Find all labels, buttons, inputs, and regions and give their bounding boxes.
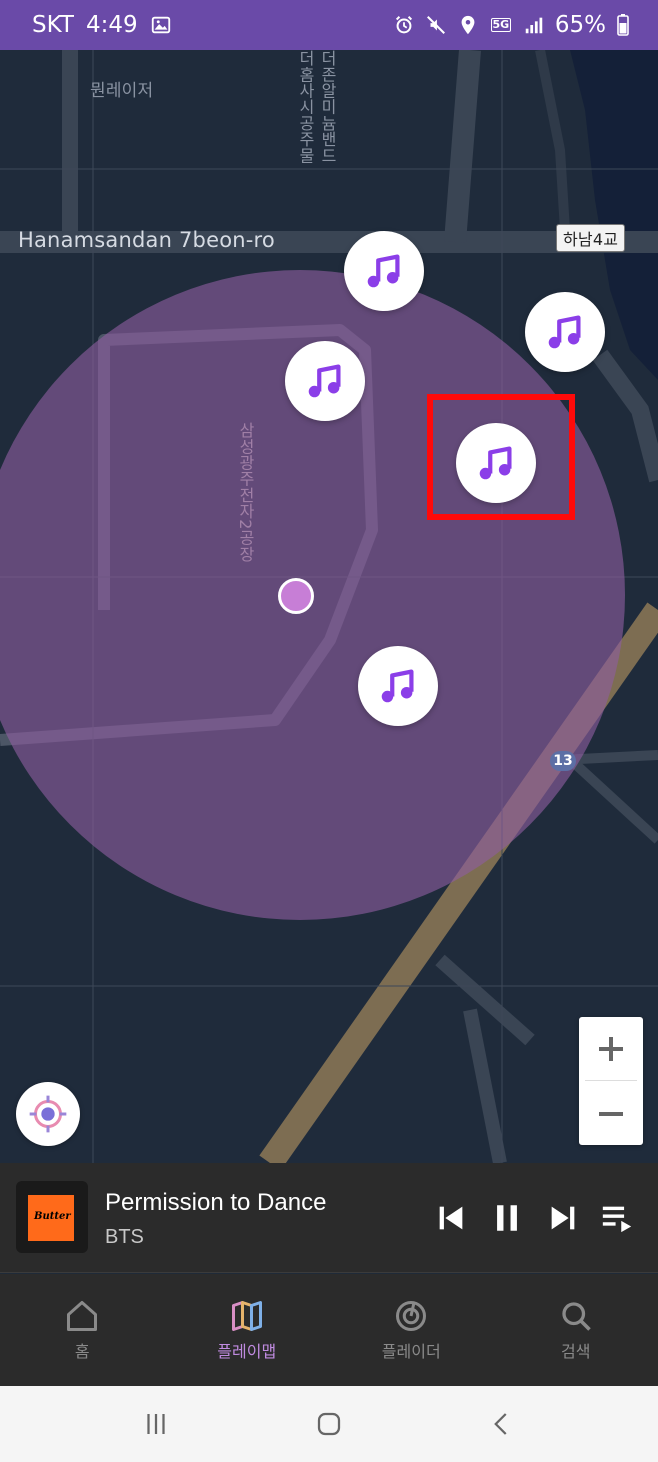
back-button[interactable] <box>482 1404 522 1444</box>
playlist-button[interactable] <box>598 1199 636 1237</box>
location-icon <box>457 14 479 36</box>
place-vertical-label-2: 더존알미늄밴드 <box>318 50 337 164</box>
skip-previous-icon <box>439 1206 463 1230</box>
zoom-control <box>579 1017 643 1145</box>
place-label: 뭔레이저 <box>90 81 154 101</box>
selection-highlight <box>427 394 575 520</box>
nav-item-search[interactable]: 검색 <box>494 1274 658 1386</box>
previous-button[interactable] <box>432 1199 470 1237</box>
home-square-icon <box>317 1412 341 1436</box>
skip-next-icon <box>551 1206 575 1230</box>
signal-icon <box>523 14 545 36</box>
music-note-icon <box>308 364 341 398</box>
music-marker[interactable] <box>358 646 438 726</box>
track-title[interactable]: Permission to Dance <box>105 1189 326 1217</box>
nav-item-home[interactable]: 홈 <box>0 1274 165 1386</box>
place-vertical-label: 더홈사시공주물 <box>296 50 315 164</box>
status-right: 5G 65% <box>393 12 630 38</box>
next-button[interactable] <box>544 1199 582 1237</box>
route-badge: 13 <box>550 751 576 771</box>
music-note-icon <box>381 669 414 703</box>
battery-icon <box>616 14 630 36</box>
music-marker[interactable] <box>285 341 365 421</box>
zoom-divider <box>585 1080 637 1081</box>
my-location-button[interactable] <box>16 1082 80 1146</box>
mini-player[interactable]: Butter Permission to Dance BTS <box>0 1163 658 1273</box>
album-art[interactable]: Butter <box>16 1181 88 1253</box>
battery-percent: 65% <box>554 12 606 38</box>
back-chevron-icon <box>493 1413 507 1435</box>
recent-apps-icon <box>147 1414 165 1434</box>
bridge-label: 하남4교 <box>556 224 626 252</box>
home-system-button[interactable] <box>309 1404 349 1444</box>
street-label: Hanamsandan 7beon-ro <box>18 228 275 252</box>
recent-apps-button[interactable] <box>136 1404 176 1444</box>
nav-item-playmap[interactable]: 플레이맵 <box>165 1274 330 1386</box>
map-background <box>0 50 658 1163</box>
search-icon <box>562 1302 591 1331</box>
nav-item-player[interactable]: 플레이더 <box>329 1274 494 1386</box>
carrier-text: SKT <box>32 12 74 38</box>
network-label: 5G <box>490 18 512 32</box>
status-bar: SKT 4:49 5G 65% <box>0 0 658 50</box>
crosshair-icon <box>29 1095 67 1133</box>
gallery-icon <box>150 14 172 36</box>
music-note-icon <box>367 254 400 288</box>
zoom-in-button[interactable] <box>579 1017 643 1080</box>
track-artist: BTS <box>105 1226 144 1248</box>
user-location-dot <box>278 578 314 614</box>
map-view[interactable]: Hanamsandan 7beon-ro 뭔레이저 더홈사시공주물 더존알미늄밴… <box>0 50 658 1163</box>
map-icon <box>231 1301 262 1331</box>
status-left: SKT 4:49 <box>32 12 172 38</box>
system-nav-bar <box>0 1386 658 1462</box>
nav-label-home: 홈 <box>74 1342 90 1361</box>
pause-button[interactable] <box>488 1199 526 1237</box>
minus-icon <box>599 1111 623 1116</box>
nav-label-search: 검색 <box>561 1342 591 1361</box>
radar-icon <box>396 1301 427 1331</box>
mute-icon <box>425 14 447 36</box>
pause-icon <box>497 1205 517 1231</box>
album-art-text: Butter <box>34 1211 71 1222</box>
home-icon <box>67 1301 98 1331</box>
queue-icon <box>602 1206 632 1233</box>
network-5g-icon: 5G <box>489 14 513 36</box>
app-root: SKT 4:49 5G 65% Hanamsandan 7beon-ro 뭔레이… <box>0 0 658 1462</box>
zoom-out-button[interactable] <box>579 1082 643 1145</box>
nav-label-player: 플레이더 <box>381 1342 441 1361</box>
music-note-icon <box>548 315 581 349</box>
nav-label-playmap: 플레이맵 <box>217 1342 277 1361</box>
bottom-nav: 홈 플레이맵 플레이더 검색 <box>0 1274 658 1386</box>
plus-icon <box>599 1036 623 1061</box>
music-marker[interactable] <box>344 231 424 311</box>
factory-label: 삼성광주전자2공장 <box>236 422 255 562</box>
alarm-icon <box>393 14 415 36</box>
clock-text: 4:49 <box>85 12 138 38</box>
music-marker[interactable] <box>525 292 605 372</box>
